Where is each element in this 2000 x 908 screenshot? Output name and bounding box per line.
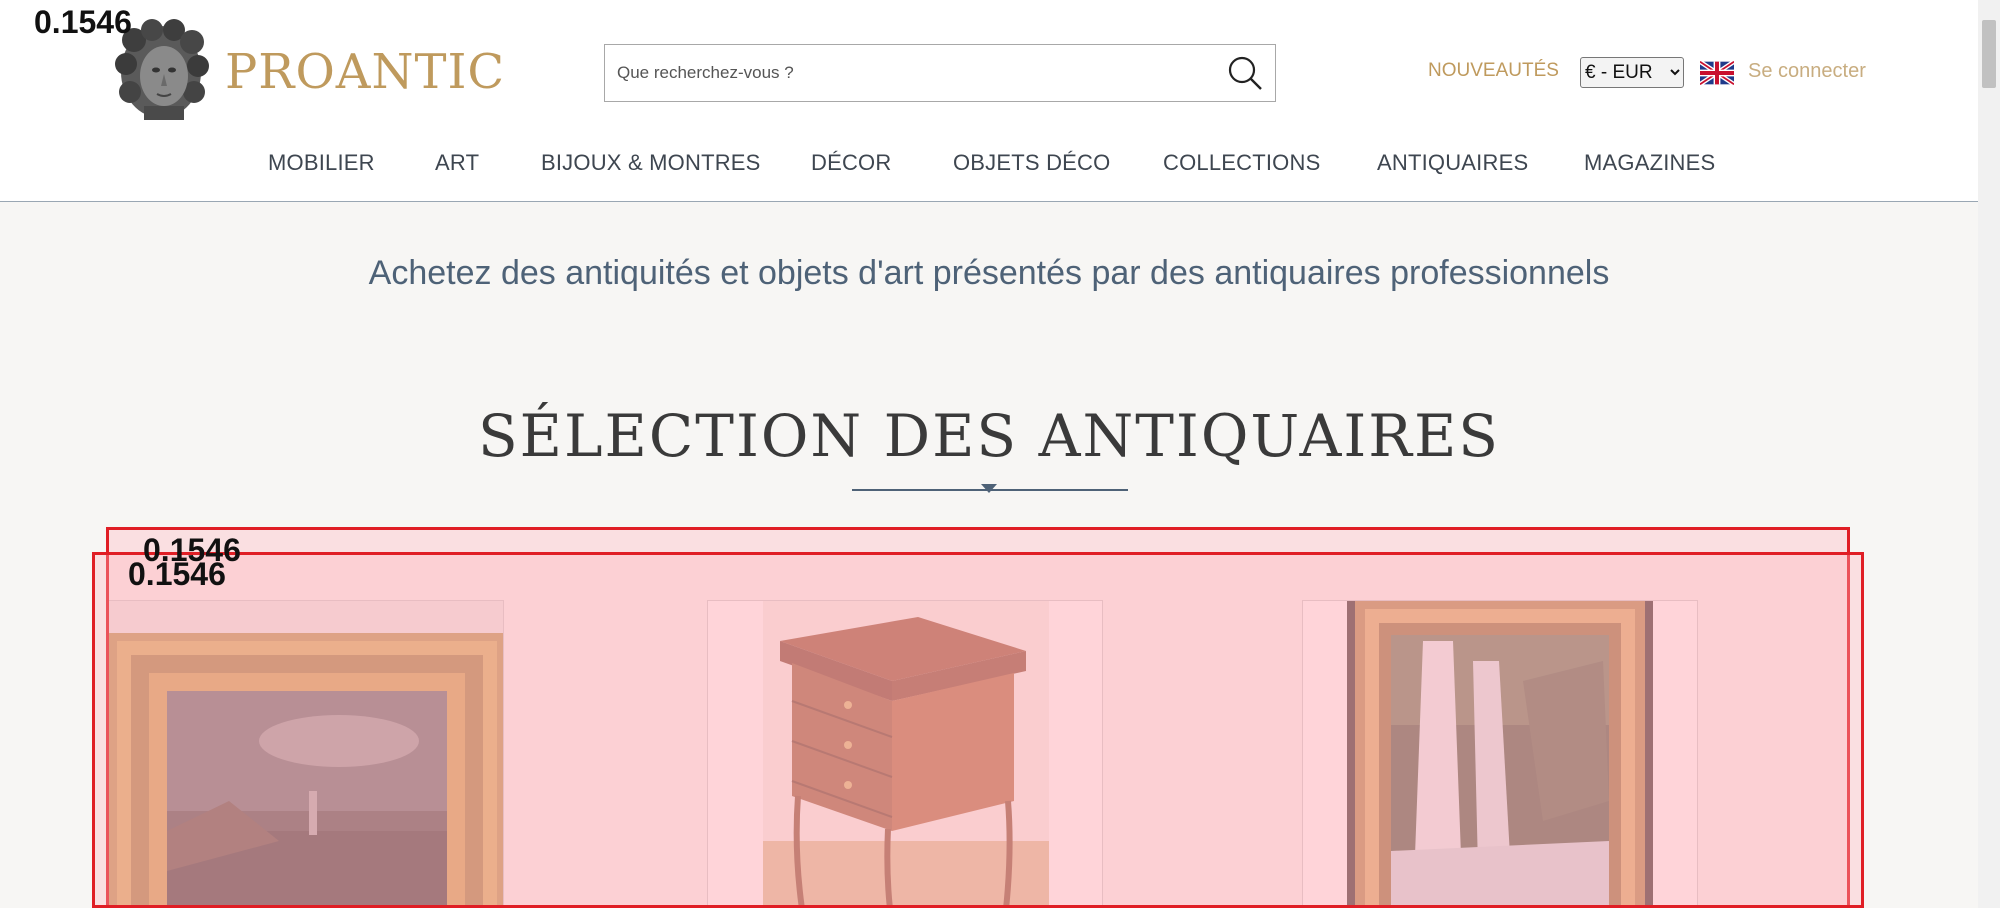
nav-item-antiquaires[interactable]: ANTIQUAIRES (1377, 150, 1528, 176)
uk-flag-icon[interactable] (1700, 61, 1734, 85)
brand-name[interactable]: PROANTIC (225, 44, 505, 100)
nav-item-collections[interactable]: COLLECTIONS (1163, 150, 1320, 176)
currency-select[interactable]: € - EUR (1580, 57, 1684, 88)
search-icon[interactable] (1225, 53, 1265, 93)
title-divider-marker (981, 484, 997, 493)
box-score-label-2: 0.1546 (128, 556, 226, 592)
nav-item-art[interactable]: ART (435, 150, 479, 176)
section-title: SÉLECTION DES ANTIQUAIRES (477, 402, 1501, 470)
main-nav: MOBILIER ART BIJOUX & MONTRES DÉCOR OBJE… (0, 150, 1978, 180)
search-input[interactable] (605, 45, 1205, 101)
nav-item-decor[interactable]: DÉCOR (811, 150, 891, 176)
page-scrollbar[interactable] (1978, 0, 2000, 908)
highlight-box-2 (92, 552, 1864, 908)
nav-item-mobilier[interactable]: MOBILIER (268, 150, 375, 176)
page-tagline: Achetez des antiquités et objets d'art p… (368, 254, 1610, 292)
nav-item-objets-deco[interactable]: OBJETS DÉCO (953, 150, 1110, 176)
nav-item-magazines[interactable]: MAGAZINES (1584, 150, 1715, 176)
page-score-label: 0.1546 (34, 4, 132, 40)
site-header: PROANTIC NOUVEAUTÉS € - EUR Se connecter… (0, 0, 1978, 202)
scrollbar-thumb[interactable] (1982, 20, 1996, 88)
search-bar (604, 44, 1276, 102)
login-link[interactable]: Se connecter (1748, 60, 1866, 83)
new-items-link[interactable]: NOUVEAUTÉS (1428, 60, 1559, 82)
nav-item-bijoux-montres[interactable]: BIJOUX & MONTRES (541, 150, 761, 176)
